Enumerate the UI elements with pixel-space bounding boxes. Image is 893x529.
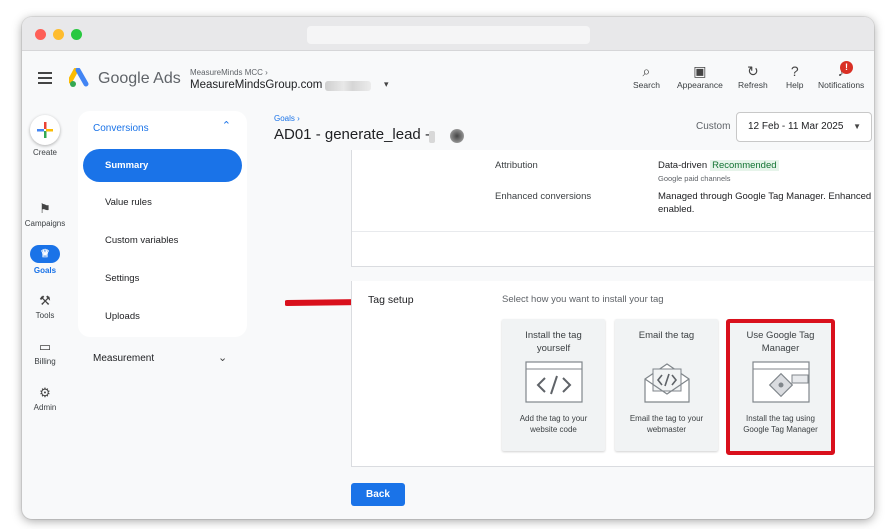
attribution-subtext: Google paid channels: [658, 174, 731, 183]
attribution-value: Data-driven Recommended: [658, 160, 779, 171]
maximize-window-button[interactable]: [71, 29, 82, 40]
plus-icon: [30, 115, 60, 145]
tag-setup-description: Select how you want to install your tag: [502, 294, 664, 305]
browser-window: Google Ads MeasureMinds MCC › MeasureMin…: [22, 17, 874, 519]
email-code-icon: [644, 363, 690, 403]
minimize-window-button[interactable]: [53, 29, 64, 40]
enhanced-conversions-label: Enhanced conversions: [495, 191, 592, 202]
rail-billing[interactable]: ▭ Billing: [22, 339, 68, 366]
search-icon: ⌕: [642, 63, 651, 79]
address-bar[interactable]: [307, 26, 590, 44]
subnav-conversions-header[interactable]: Conversions: [93, 123, 149, 134]
conversions-subnav: Conversions ⌃ Summary Value rules Custom…: [78, 111, 247, 337]
tools-icon: ⚒: [39, 293, 51, 308]
enhanced-conversions-value-cont: enabled.: [658, 204, 695, 215]
chevron-right-icon: ›: [265, 68, 268, 77]
option-email-tag[interactable]: Email the tag Email the tag to your webm…: [615, 319, 718, 451]
left-rail: Create ⚑ Campaigns ♕ Goals ⚒ Tools ▭ Bil…: [22, 107, 68, 519]
chevron-down-icon[interactable]: ⌄: [218, 351, 227, 364]
option-install-yourself[interactable]: Install the tag yourself Add the tag to …: [502, 319, 605, 451]
account-name[interactable]: MeasureMindsGroup.com: [190, 79, 322, 91]
conversion-settings-card: Attribution Data-driven Recommended Googl…: [351, 150, 874, 267]
redacted-title-part: [429, 131, 435, 143]
app-brand: Google Ads: [98, 70, 181, 87]
subnav-item-summary[interactable]: Summary: [83, 149, 242, 182]
annotation-highlight-box: [726, 319, 835, 455]
close-window-button[interactable]: [35, 29, 46, 40]
create-button[interactable]: Create: [22, 115, 68, 157]
date-range-type: Custom: [696, 121, 731, 132]
enhanced-conversions-value: Managed through Google Tag Manager. Enha…: [658, 191, 872, 202]
subnav-measurement[interactable]: Measurement: [93, 353, 154, 364]
dropdown-arrow-icon: ▼: [853, 122, 861, 131]
date-range-select[interactable]: 12 Feb - 11 Mar 2025 ▼: [736, 112, 872, 142]
appearance-button[interactable]: ▣ Appearance: [677, 63, 723, 90]
manager-account-name[interactable]: MeasureMinds MCC ›: [190, 68, 268, 77]
page-title: AD01 - generate_lead -: [274, 126, 430, 143]
trophy-icon: ♕: [30, 245, 60, 263]
rail-tools[interactable]: ⚒ Tools: [22, 293, 68, 320]
subnav-item-settings[interactable]: Settings: [83, 262, 242, 295]
subnav-item-uploads[interactable]: Uploads: [83, 300, 242, 333]
redacted-account-id: [325, 81, 371, 91]
notification-badge: !: [840, 61, 853, 74]
search-button[interactable]: ⌕ Search: [633, 63, 660, 90]
subnav-item-value-rules[interactable]: Value rules: [83, 186, 242, 219]
account-dropdown-icon[interactable]: ▾: [384, 79, 389, 90]
app-header: Google Ads MeasureMinds MCC › MeasureMin…: [22, 51, 874, 107]
title-bar: [22, 17, 874, 51]
rail-campaigns[interactable]: ⚑ Campaigns: [22, 201, 68, 228]
divider: [352, 231, 874, 232]
refresh-icon: ↻: [747, 63, 759, 79]
menu-icon[interactable]: [38, 72, 52, 84]
help-icon: ?: [790, 63, 799, 79]
code-window-icon: [525, 361, 583, 403]
megaphone-icon: ⚑: [39, 201, 51, 216]
notifications-button[interactable]: ♪ Notifications !: [818, 61, 864, 90]
breadcrumb[interactable]: Goals ›: [274, 114, 300, 123]
refresh-button[interactable]: ↻ Refresh: [738, 63, 768, 90]
attribution-label: Attribution: [495, 160, 538, 171]
redacted-title-part: [450, 129, 464, 143]
recommended-badge: Recommended: [710, 160, 779, 171]
appearance-icon: ▣: [693, 63, 707, 79]
help-button[interactable]: ? Help: [786, 63, 803, 90]
tag-setup-heading: Tag setup: [368, 294, 414, 306]
rail-admin[interactable]: ⚙ Admin: [22, 385, 68, 412]
tag-setup-card: Tag setup Select how you want to install…: [351, 281, 874, 467]
back-button[interactable]: Back: [351, 483, 405, 506]
rail-goals[interactable]: ♕ Goals: [22, 245, 68, 275]
billing-icon: ▭: [38, 339, 52, 354]
chevron-up-icon[interactable]: ⌃: [222, 119, 231, 132]
subnav-item-custom-variables[interactable]: Custom variables: [83, 224, 242, 257]
google-ads-logo: [69, 68, 89, 87]
gear-icon: ⚙: [39, 385, 51, 400]
